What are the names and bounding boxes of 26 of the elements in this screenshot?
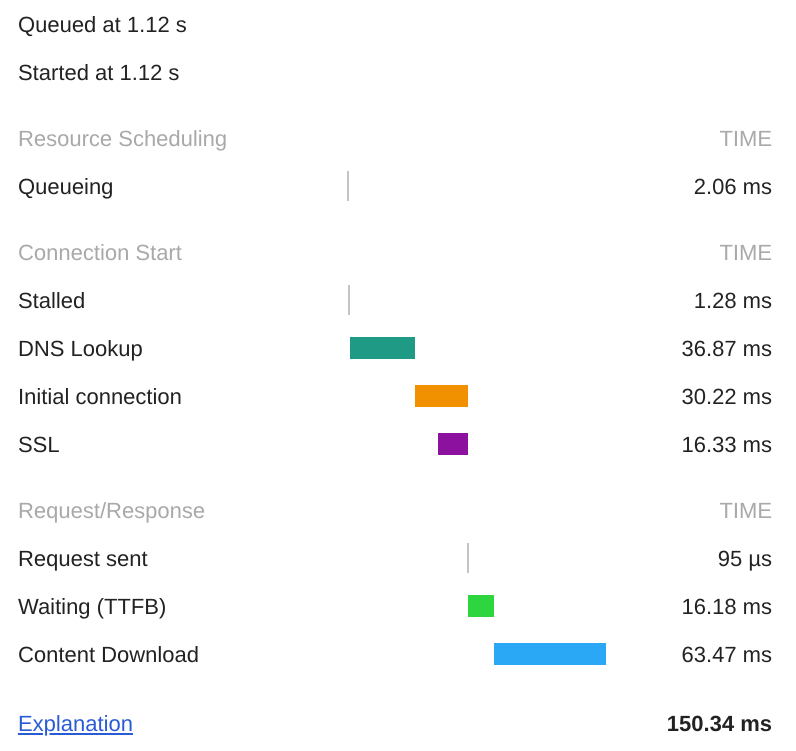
summary-text: Queued at 1.12 s: [18, 10, 187, 38]
section-title: Connection Start: [18, 238, 183, 266]
section-title: Resource Scheduling: [18, 124, 228, 153]
section-title: Request/Response: [18, 496, 206, 525]
timing-label: Queueing: [18, 172, 114, 201]
time-header: TIME: [718, 496, 772, 524]
timing-value: 95 µs: [716, 544, 772, 573]
timing-label: Request sent: [18, 544, 149, 573]
time-header: TIME: [718, 124, 772, 152]
timing-value: 1.28 ms: [692, 286, 772, 314]
timing-value: 63.47 ms: [680, 640, 772, 668]
time-header: TIME: [718, 238, 772, 266]
timing-value: 16.18 ms: [680, 592, 772, 620]
timing-value: 16.33 ms: [680, 430, 772, 458]
timing-value: 2.06 ms: [692, 172, 772, 200]
total-time: 150.34 ms: [666, 710, 772, 738]
timing-value: 36.87 ms: [680, 334, 772, 362]
timing-value: 30.22 ms: [680, 382, 772, 410]
timing-label: DNS Lookup: [18, 334, 144, 363]
timing-label: SSL: [18, 430, 61, 458]
timing-label: Content Download: [18, 640, 200, 668]
timing-label: Stalled: [18, 286, 86, 314]
explanation-link[interactable]: Explanation: [18, 706, 345, 740]
timing-label: Initial connection: [18, 382, 183, 410]
summary-text: Started at 1.12 s: [18, 58, 180, 86]
timing-label: Waiting (TTFB): [18, 592, 168, 621]
